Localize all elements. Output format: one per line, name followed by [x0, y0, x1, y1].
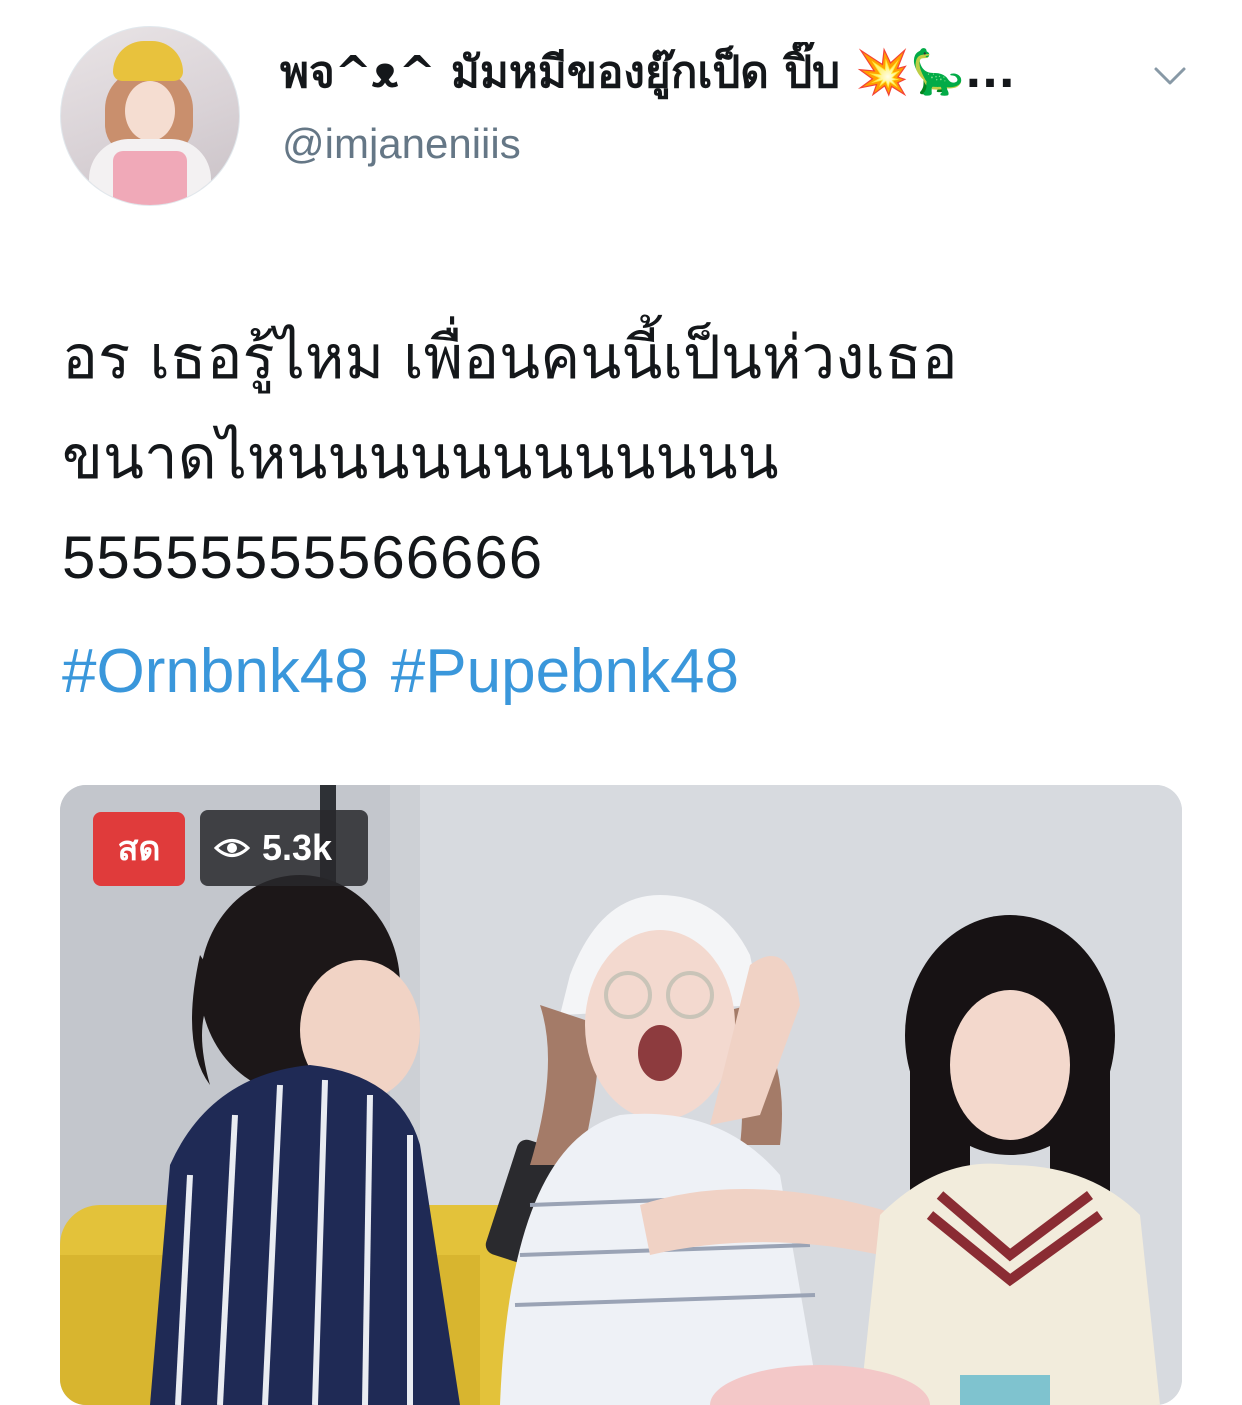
- tweet-text-line-3: 55555555566666: [62, 524, 544, 591]
- chevron-down-icon[interactable]: [1150, 60, 1190, 90]
- hashtag-pupebnk48[interactable]: #Pupebnk48: [391, 637, 739, 706]
- tweet-text-line-2: ขนาดไหนนนนนนนนนนนน: [62, 423, 779, 493]
- hashtags: #Ornbnk48 #Pupebnk48: [62, 632, 761, 712]
- avatar-hat: [113, 41, 183, 81]
- user-handle[interactable]: @imjaneniiis: [282, 114, 521, 174]
- tweet-text: อร เธอรู้ไหม เพื่อนคนนี้เป็นห่วงเธอ ขนาด…: [62, 308, 1192, 608]
- avatar-overall: [113, 151, 187, 205]
- view-count: 5.3k: [262, 827, 333, 868]
- tweet-card: พจ^ᴥ^ มัมหมีของยู๊กเป็ด ปิ๊บ 💥🦕... @imja…: [0, 0, 1242, 1405]
- eye-icon: [214, 839, 250, 857]
- display-name[interactable]: พจ^ᴥ^ มัมหมีของยู๊กเป็ด ปิ๊บ 💥🦕...: [280, 42, 1140, 104]
- avatar[interactable]: [60, 26, 240, 206]
- video-thumbnail[interactable]: สด 5.3k: [60, 785, 1182, 1405]
- avatar-face: [125, 81, 175, 141]
- tweet-text-line-1: อร เธอรู้ไหม เพื่อนคนนี้เป็นห่วงเธอ: [62, 323, 958, 393]
- hashtag-ornbnk48[interactable]: #Ornbnk48: [62, 637, 369, 706]
- live-badge: สด: [93, 812, 185, 886]
- view-count-badge: 5.3k: [200, 810, 368, 886]
